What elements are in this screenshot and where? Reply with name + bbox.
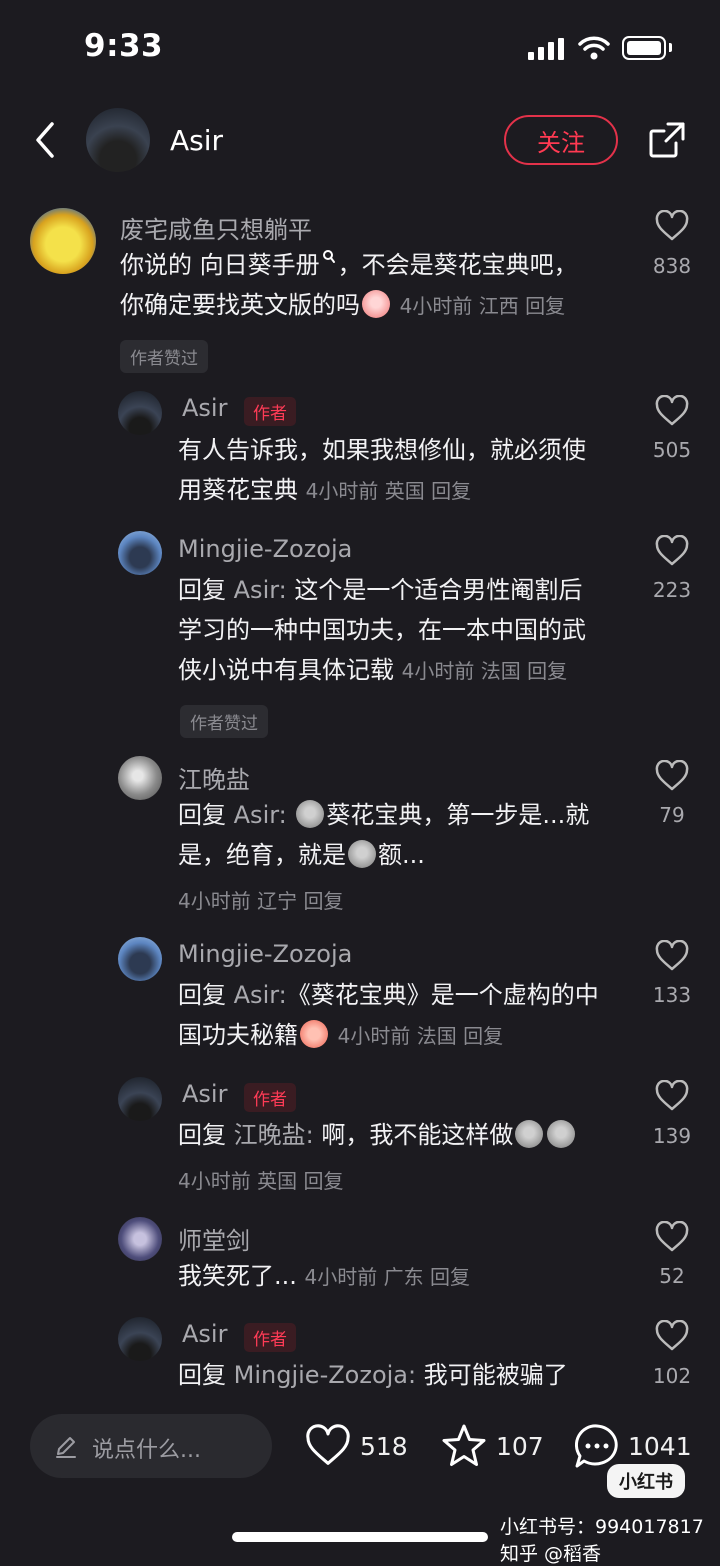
author-avatar[interactable]: [86, 108, 150, 172]
heart-icon[interactable]: [654, 535, 690, 567]
like-count: 102: [652, 1364, 692, 1388]
reply-name[interactable]: 师堂剑: [178, 1221, 250, 1256]
reply-name[interactable]: Asir: [182, 394, 227, 422]
watermark-logo: 小红书: [607, 1464, 685, 1498]
heart-icon[interactable]: [654, 940, 690, 972]
comment-total: 1041: [628, 1432, 692, 1461]
reply-avatar[interactable]: [118, 937, 162, 981]
heart-icon[interactable]: [654, 1080, 690, 1112]
comment-text-line2: 你确定要找英文版的吗 4小时前 江西 回复: [120, 290, 566, 319]
reply-text-line2: 用葵花宝典 4小时前 英国 回复: [178, 476, 472, 504]
reply-meta[interactable]: 4小时前 法国 回复: [338, 1024, 503, 1048]
watermark-text: 小红书号：994017817 知乎 @稻香: [500, 1516, 704, 1565]
reply-name[interactable]: Asir: [182, 1320, 227, 1348]
like-count: 133: [652, 983, 692, 1007]
reply-avatar[interactable]: [118, 756, 162, 800]
comment-meta[interactable]: 4小时前 江西 回复: [400, 294, 565, 318]
reply-to-user[interactable]: Asir:: [234, 981, 287, 1009]
stone-face-emoji-icon: [296, 800, 325, 828]
reply-text-line2: 是，绝育，就是 额...: [178, 840, 425, 869]
reply-text: 回复 Asir:《葵花宝典》是一个虚构的中: [178, 981, 599, 1009]
peach-emoji-icon: [300, 1020, 328, 1048]
like-count: 838: [652, 254, 692, 278]
search-icon: [322, 250, 335, 263]
author-liked-badge: 作者赞过: [180, 705, 268, 738]
signal-icon: [528, 38, 564, 60]
reply-meta[interactable]: 4小时前 英国 回复: [178, 1165, 343, 1194]
star-total: 107: [496, 1432, 544, 1461]
reply-text: 我笑死了... 4小时前 广东 回复: [178, 1262, 470, 1290]
reply-avatar[interactable]: [118, 531, 162, 575]
commenter-name[interactable]: 废宅咸鱼只想躺平: [120, 210, 312, 245]
like-count: 223: [652, 578, 692, 602]
reply-text: 回复 Asir: 这个是一个适合男性阉割后: [178, 576, 583, 604]
reply-text-line3: 侠小说中有具体记载 4小时前 法国 回复: [178, 656, 568, 684]
like-count: 139: [652, 1124, 692, 1148]
heart-icon[interactable]: [654, 1221, 690, 1253]
wifi-icon: [578, 36, 610, 60]
reply-text: 回复 江晚盐: 啊，我不能这样做: [178, 1115, 577, 1155]
comment-input-placeholder[interactable]: 说点什么...: [92, 1432, 201, 1464]
stone-face-emoji-icon: [515, 1120, 544, 1148]
reply-meta[interactable]: 4小时前 广东 回复: [305, 1265, 470, 1289]
like-count: 505: [652, 438, 692, 462]
reply-text: 回复 Asir: 葵花宝典，第一步是...就: [178, 800, 590, 829]
reply-avatar[interactable]: [118, 1077, 162, 1121]
comment-text: 你说的 向日葵手册 ，不会是葵花宝典吧，: [120, 250, 578, 279]
reply-to-user[interactable]: Asir:: [234, 576, 287, 604]
like-total: 518: [360, 1432, 408, 1461]
author-name[interactable]: Asir: [170, 124, 223, 157]
share-icon[interactable]: [648, 121, 686, 159]
reply-meta[interactable]: 4小时前 英国 回复: [306, 479, 471, 503]
reply-to-user[interactable]: 江晚盐:: [234, 1121, 314, 1149]
like-heart-icon[interactable]: [304, 1424, 352, 1468]
home-indicator[interactable]: [232, 1532, 488, 1542]
author-tag: 作者: [244, 397, 296, 426]
reply-avatar[interactable]: [118, 1217, 162, 1261]
follow-button[interactable]: 关注: [504, 115, 618, 165]
author-tag: 作者: [244, 1323, 296, 1352]
reply-meta[interactable]: 4小时前 辽宁 回复: [178, 885, 343, 914]
heart-icon[interactable]: [654, 395, 690, 427]
stone-face-emoji-icon: [547, 1120, 576, 1148]
pencil-icon: [56, 1437, 76, 1458]
reply-avatar[interactable]: [118, 1317, 162, 1361]
reply-meta[interactable]: 4小时前 法国 回复: [402, 659, 567, 683]
status-time: 9:33: [84, 28, 164, 64]
search-term-link[interactable]: 向日葵手册: [200, 251, 320, 279]
reply-to-user[interactable]: Mingjie-Zozoja:: [234, 1361, 416, 1389]
commenter-avatar[interactable]: [30, 208, 96, 274]
battery-icon: [622, 36, 666, 60]
reply-text-line2: 国功夫秘籍 4小时前 法国 回复: [178, 1020, 504, 1049]
back-arrow-icon[interactable]: [30, 120, 60, 160]
like-count: 52: [659, 1264, 685, 1288]
reply-name[interactable]: Mingjie-Zozoja: [178, 535, 352, 563]
reply-avatar[interactable]: [118, 391, 162, 435]
reply-name[interactable]: Mingjie-Zozoja: [178, 940, 352, 968]
reply-text: 回复 Mingjie-Zozoja: 我可能被骗了: [178, 1361, 568, 1389]
heart-icon[interactable]: [654, 210, 690, 242]
reply-name[interactable]: Asir: [182, 1080, 227, 1108]
author-tag: 作者: [244, 1083, 296, 1112]
stone-face-emoji-icon: [348, 840, 376, 868]
reply-text-line2: 学习的一种中国功夫，在一本中国的武: [178, 616, 586, 644]
crying-emoji-icon: [362, 290, 390, 318]
author-liked-badge: 作者赞过: [120, 340, 208, 373]
heart-icon[interactable]: [654, 760, 690, 792]
reply-name[interactable]: 江晚盐: [178, 760, 250, 795]
battery-cap: [669, 43, 672, 52]
like-count: 79: [659, 803, 685, 827]
reply-text: 有人告诉我，如果我想修仙，就必须使: [178, 436, 586, 464]
star-icon[interactable]: [440, 1422, 488, 1470]
reply-to-user[interactable]: Asir:: [234, 801, 287, 829]
heart-icon[interactable]: [654, 1320, 690, 1352]
